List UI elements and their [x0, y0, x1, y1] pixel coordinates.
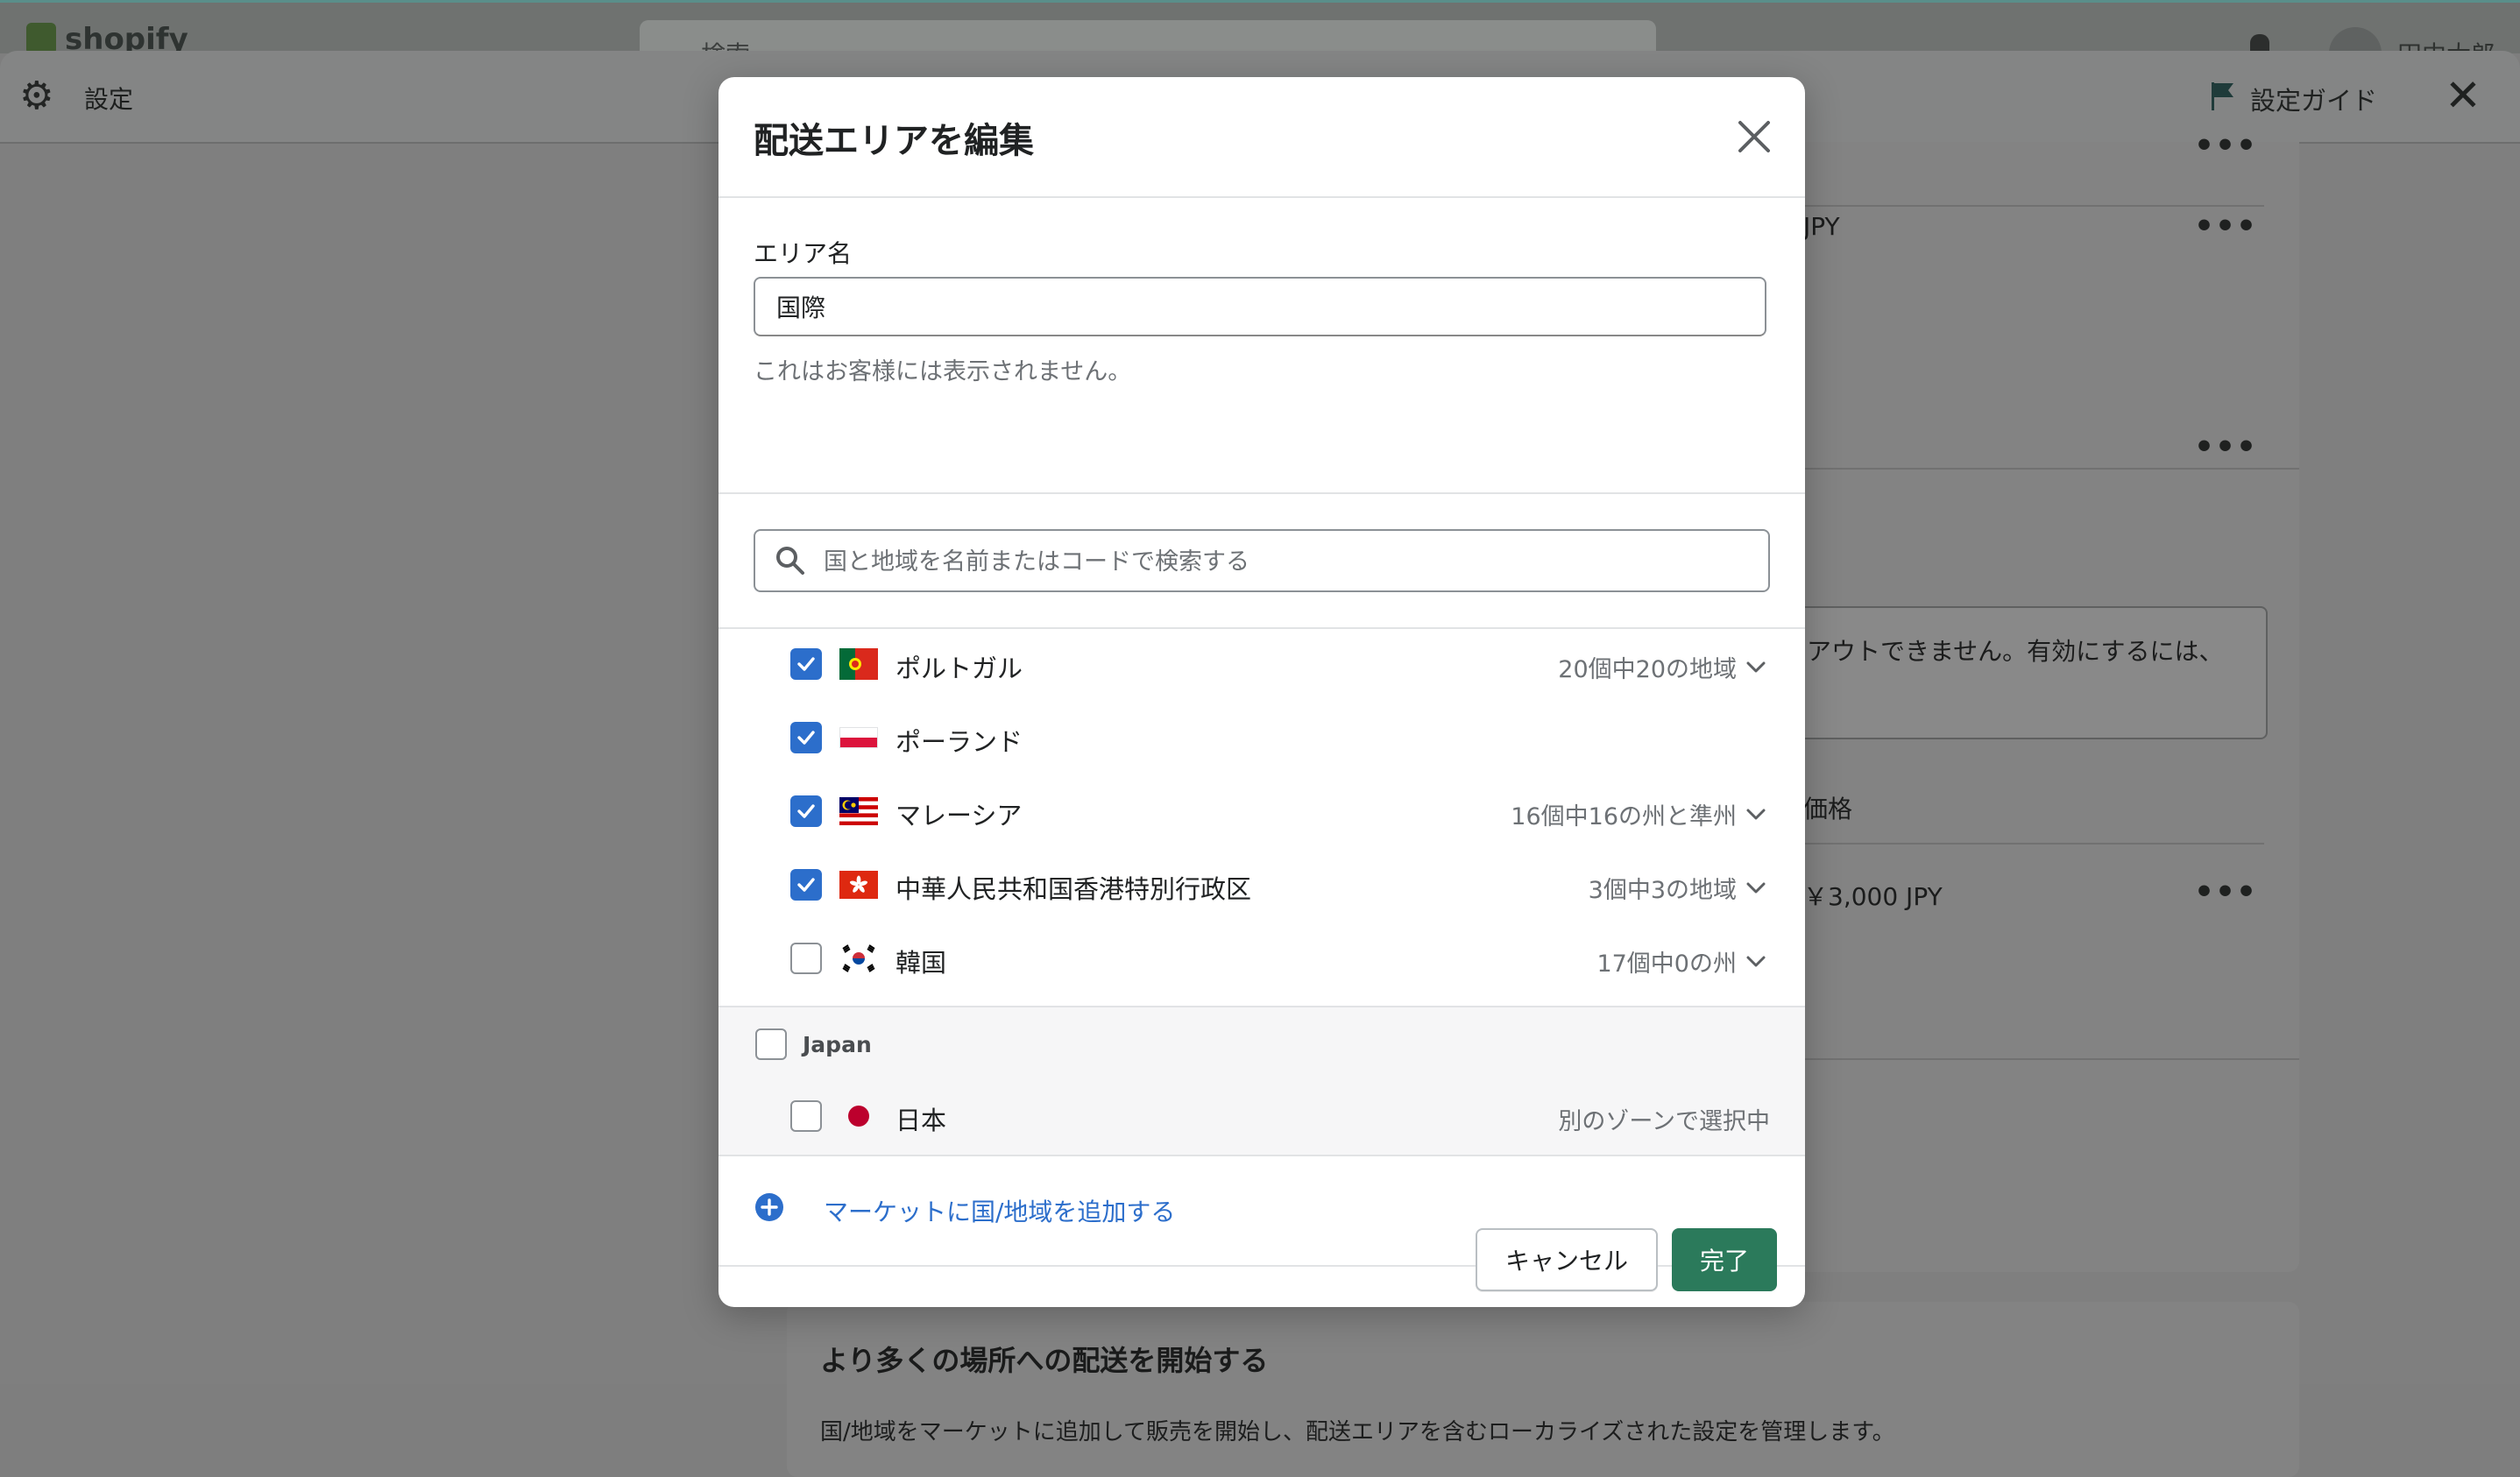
divider — [1768, 468, 2299, 470]
group-label: Japan — [803, 1032, 872, 1057]
chevron-down-icon — [1746, 809, 1766, 819]
more-actions-icon[interactable]: ••• — [2194, 429, 2257, 465]
close-icon[interactable]: ✕ — [2445, 74, 2481, 117]
bg-notice-text: アウトできません。有効にするには、 — [1807, 637, 2224, 666]
region-expand-toggle[interactable]: 3個中3の地域 — [1589, 871, 1766, 905]
region-expand-toggle[interactable]: 17個中0の州 — [1596, 944, 1766, 979]
region-count: 3個中3の地域 — [1588, 877, 1737, 904]
country-list: ポルトガル 20個中20の地域 ポーランド マレーシア 16個中16の州と準州 … — [718, 629, 1805, 1156]
checkbox-checked[interactable] — [790, 648, 822, 680]
poland-flag-icon — [839, 727, 878, 748]
modal-title: 配送エリアを編集 — [754, 121, 1034, 161]
checkbox-unchecked[interactable] — [790, 943, 822, 974]
more-actions-icon[interactable]: ••• — [2194, 874, 2257, 910]
chevron-down-icon — [1746, 882, 1766, 893]
chevron-down-icon — [1746, 956, 1766, 966]
region-count: 17個中0の州 — [1596, 951, 1737, 978]
more-actions-icon[interactable]: ••• — [2194, 208, 2257, 244]
chevron-down-icon — [1746, 661, 1766, 672]
malaysia-flag-icon — [839, 797, 878, 825]
checkbox-unchecked — [790, 1100, 822, 1132]
close-icon[interactable] — [1733, 116, 1775, 158]
country-row-malaysia[interactable]: マレーシア 16個中16の州と準州 — [718, 776, 1805, 850]
bg-section-text: 国/地域をマーケットに追加して販売を開始し、配送エリアを含むローカライズされた設… — [820, 1419, 1895, 1445]
country-name: ポーランド — [895, 727, 1023, 757]
bg-currency: JPY — [1803, 212, 1840, 241]
setup-guide-button[interactable]: 設定ガイド — [2250, 81, 2377, 117]
area-name-label: エリア名 — [754, 239, 853, 268]
country-name: マレーシア — [895, 801, 1023, 830]
country-search-input[interactable] — [822, 538, 1754, 585]
region-count: 16個中16の州と準州 — [1511, 803, 1737, 830]
modal-header: 配送エリアを編集 — [718, 77, 1805, 198]
gear-icon: ⚙ — [19, 74, 54, 118]
divider — [1768, 1058, 2299, 1060]
hong-kong-flag-icon — [839, 871, 878, 899]
done-button[interactable]: 完了 — [1672, 1228, 1777, 1291]
divider — [1768, 843, 2264, 845]
divider — [1768, 205, 2264, 207]
bg-price-value: ￥3,000 JPY — [1803, 882, 1943, 911]
checkmark-icon — [797, 878, 815, 892]
country-row-hong-kong[interactable]: 中華人民共和国香港特別行政区 3個中3の地域 — [718, 850, 1805, 923]
settings-title: 設定 — [84, 85, 134, 114]
selected-in-other-zone-note: 別のゾーンで選択中 — [1558, 1108, 1770, 1135]
checkmark-icon — [797, 731, 815, 745]
bg-section-heading: より多くの場所への配送を開始する — [820, 1344, 1269, 1377]
top-bar: shopify 検索 田中太郎 — [0, 0, 2520, 80]
checkbox-checked[interactable] — [790, 795, 822, 827]
flag-icon — [2212, 82, 2233, 110]
japan-flag-icon — [848, 1106, 869, 1127]
area-name-section: エリア名 これはお客様には表示されません。 — [718, 198, 1805, 494]
region-expand-toggle[interactable]: 16個中16の州と準州 — [1511, 797, 1766, 831]
country-row-south-korea[interactable]: 韓国 17個中0の州 — [718, 923, 1805, 997]
cancel-button[interactable]: キャンセル — [1476, 1228, 1658, 1291]
country-row-japan: 日本 別のゾーンで選択中 — [718, 1081, 1805, 1155]
bg-price-header: 価格 — [1803, 795, 1853, 823]
checkbox-checked[interactable] — [790, 722, 822, 753]
country-search-section — [718, 494, 1805, 629]
edit-shipping-zone-modal: 配送エリアを編集 エリア名 これはお客様には表示されません。 — [718, 77, 1805, 1307]
country-row-poland[interactable]: ポーランド — [718, 703, 1805, 776]
south-korea-flag-icon — [839, 944, 878, 972]
search-icon — [776, 547, 804, 575]
checkmark-icon — [797, 657, 815, 671]
area-name-field[interactable] — [754, 277, 1766, 336]
modal-footer: キャンセル 完了 — [718, 1209, 1805, 1307]
more-actions-icon[interactable]: ••• — [2194, 128, 2257, 164]
checkbox-checked[interactable] — [790, 869, 822, 901]
region-expand-toggle[interactable]: 20個中20の地域 — [1558, 650, 1766, 684]
country-name: 日本 — [895, 1106, 947, 1135]
market-group-japan: Japan 日本 別のゾーンで選択中 — [718, 1006, 1805, 1156]
group-checkbox-unchecked — [755, 1028, 787, 1060]
checkmark-icon — [797, 804, 815, 818]
country-name: ポルトガル — [895, 654, 1023, 683]
background-card — [787, 1302, 2299, 1477]
country-row-portugal[interactable]: ポルトガル 20個中20の地域 — [718, 629, 1805, 703]
region-count: 20個中20の地域 — [1558, 656, 1737, 683]
country-name: 韓国 — [895, 948, 947, 978]
country-search-box[interactable] — [754, 529, 1770, 592]
portugal-flag-icon — [839, 648, 878, 680]
country-name: 中華人民共和国香港特別行政区 — [895, 874, 1252, 904]
area-name-help: これはお客様には表示されません。 — [754, 358, 1132, 385]
